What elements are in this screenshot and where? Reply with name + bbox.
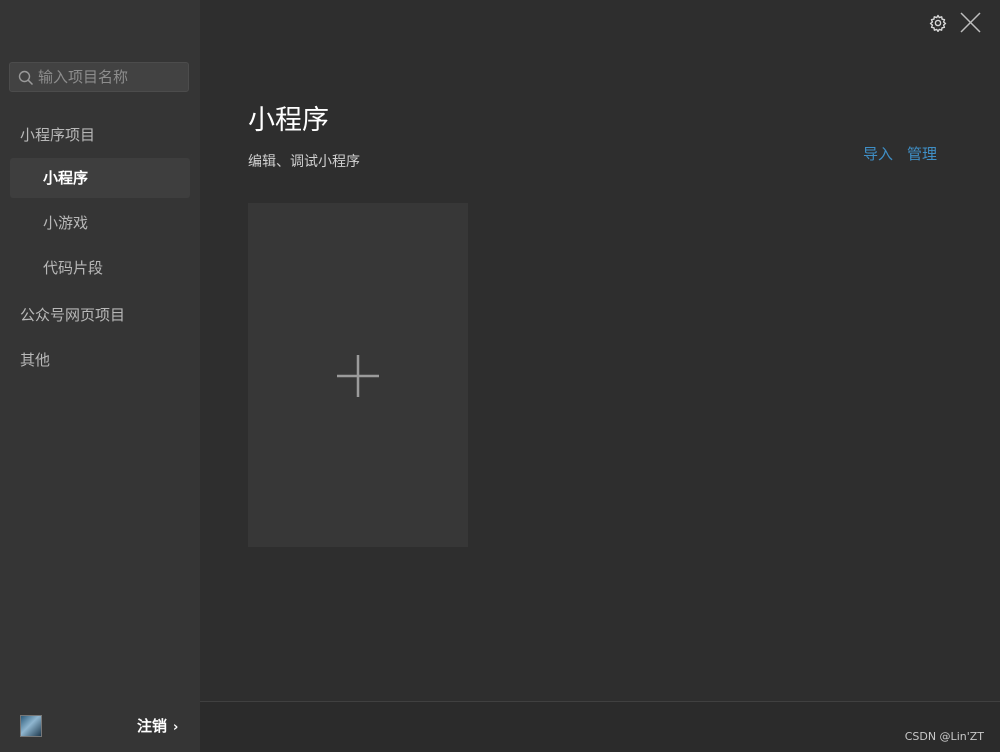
avatar[interactable] <box>20 715 42 737</box>
logout-button[interactable]: 注销 › <box>137 715 178 736</box>
close-icon[interactable] <box>960 12 981 33</box>
search-input[interactable] <box>38 63 188 91</box>
sidebar-item-code-snippets[interactable]: 代码片段 <box>10 248 190 288</box>
import-link[interactable]: 导入 <box>863 143 893 164</box>
manage-link[interactable]: 管理 <box>907 143 937 164</box>
nav-group-other[interactable]: 其他 <box>20 349 50 370</box>
gear-icon[interactable] <box>929 14 947 32</box>
chevron-right-icon: › <box>173 720 179 735</box>
footer-bar: CSDN @Lin'ZT <box>200 701 1000 752</box>
nav-group-official-account-web[interactable]: 公众号网页项目 <box>20 304 125 325</box>
search-box[interactable] <box>9 62 189 92</box>
watermark: CSDN @Lin'ZT <box>904 730 984 743</box>
sidebar-item-miniprogram[interactable]: 小程序 <box>10 158 190 198</box>
new-project-card[interactable] <box>248 203 468 547</box>
logout-label: 注销 <box>137 717 168 735</box>
sidebar: 小程序项目 小程序 小游戏 代码片段 公众号网页项目 其他 注销 › <box>0 0 200 752</box>
page-title: 小程序 <box>248 105 329 136</box>
search-icon <box>18 70 34 86</box>
nav-group-miniprogram-projects[interactable]: 小程序项目 <box>20 124 95 145</box>
page-subtitle: 编辑、调试小程序 <box>248 154 360 170</box>
plus-icon <box>337 355 379 397</box>
sidebar-item-minigame[interactable]: 小游戏 <box>10 203 190 243</box>
